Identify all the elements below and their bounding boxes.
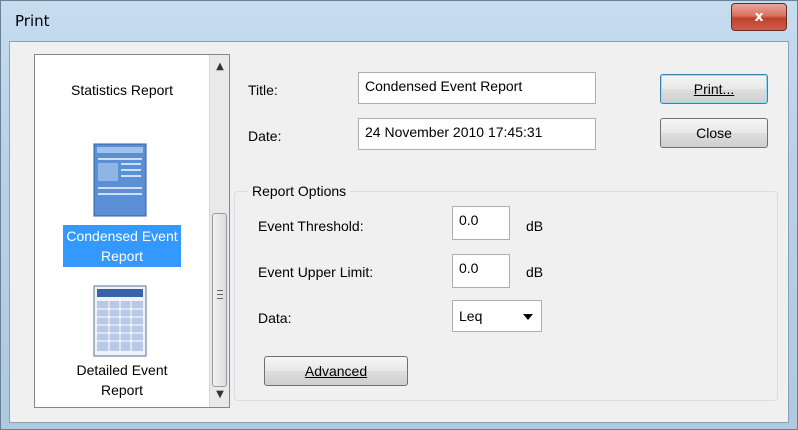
grip-line: [217, 290, 223, 291]
data-select-value: Leq: [459, 308, 483, 324]
data-select[interactable]: Leq: [452, 300, 542, 332]
list-item-statistics-report[interactable]: Statistics Report: [35, 79, 209, 101]
list-scrollbar[interactable]: ▲ ▼: [209, 55, 229, 407]
data-label: Data:: [258, 310, 292, 326]
list-item-condensed-event-report[interactable]: Condensed Event Report: [35, 225, 209, 267]
title-bar: Print x: [1, 1, 798, 41]
title-input[interactable]: Condensed Event Report: [358, 72, 596, 104]
list-item-detailed-event-report[interactable]: Detailed Event Report: [35, 359, 209, 401]
event-threshold-unit: dB: [526, 218, 544, 234]
event-threshold-input[interactable]: 0.0: [452, 206, 510, 240]
report-options-title: Report Options: [248, 183, 351, 199]
event-upper-limit-unit: dB: [526, 264, 544, 280]
report-type-list[interactable]: Statistics Report Condensed EventReport: [34, 54, 230, 408]
close-button[interactable]: Close: [660, 118, 768, 148]
event-upper-limit-input[interactable]: 0.0: [452, 254, 510, 288]
grip-line: [217, 294, 223, 295]
scroll-up-arrow-icon[interactable]: ▲: [210, 57, 229, 77]
scroll-thumb[interactable]: [212, 213, 227, 387]
close-button-label: Close: [696, 125, 732, 141]
date-input[interactable]: 24 November 2010 17:45:31: [358, 118, 596, 150]
print-button-label: Print...: [693, 81, 735, 97]
condensed-report-icon: [93, 143, 147, 221]
list-item-label: Detailed Event Report: [76, 362, 168, 398]
advanced-button-label: Advanced: [304, 363, 368, 379]
window-title: Print: [15, 12, 50, 30]
date-label: Date:: [248, 128, 282, 144]
advanced-button[interactable]: Advanced: [264, 356, 408, 386]
list-item-label: Condensed Event Report: [63, 225, 181, 267]
window-close-button[interactable]: x: [731, 3, 787, 31]
list-item-label: Statistics Report: [71, 82, 173, 98]
event-threshold-label: Event Threshold:: [258, 218, 364, 234]
scroll-down-arrow-icon[interactable]: ▼: [210, 385, 229, 405]
chevron-down-icon: [523, 314, 533, 320]
detailed-report-icon: [93, 285, 147, 361]
grip-line: [217, 298, 223, 299]
dialog-client-area: Statistics Report Condensed EventReport: [9, 41, 789, 423]
print-button[interactable]: Print...: [660, 74, 768, 104]
event-upper-limit-label: Event Upper Limit:: [258, 264, 374, 280]
print-dialog: Print x Statistics Report Condensed Even…: [0, 0, 798, 430]
title-label: Title:: [248, 82, 278, 98]
